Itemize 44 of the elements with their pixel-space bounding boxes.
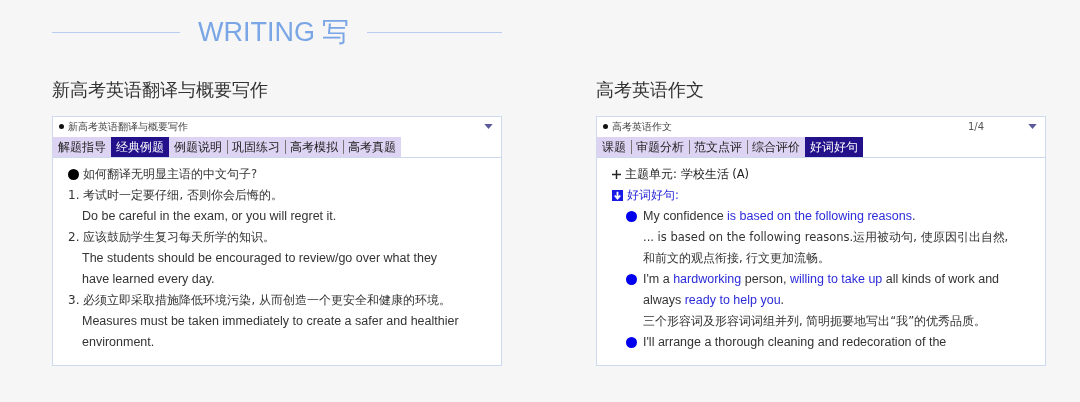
down-arrow-icon <box>612 190 623 201</box>
dropdown-caret-icon[interactable] <box>484 124 493 129</box>
topic-label: 主题单元: 学校生活 (A) <box>625 166 750 183</box>
tab[interactable]: 好词好句 <box>805 137 863 157</box>
tab[interactable]: 例题说明 <box>169 137 227 157</box>
chinese-sentence: 应该鼓励学生复习每天所学的知识。 <box>83 229 276 246</box>
panel-heading: 新高考英语翻译与概要写作 <box>52 78 268 102</box>
bullet-icon <box>59 124 64 129</box>
example-sentence: My confidence is based on the following reasons. <box>643 208 916 225</box>
tab[interactable]: 巩固练习 <box>227 137 285 157</box>
tab[interactable]: 审题分析 <box>631 137 689 157</box>
bullet-icon <box>603 124 608 129</box>
tab[interactable]: 经典例题 <box>111 137 169 157</box>
sentence-note: ... is based on the following reasons.运用被动句, 使原因引出自然, 和前文的观点衔接, 行文更加流畅。 <box>642 229 1010 267</box>
tab[interactable]: 高考真题 <box>343 137 401 157</box>
bullet-icon <box>68 169 79 180</box>
plus-icon <box>612 170 621 179</box>
tab[interactable]: 课题 <box>597 137 631 157</box>
tab[interactable]: 综合评价 <box>747 137 805 157</box>
dropdown-caret-icon[interactable] <box>1028 124 1037 129</box>
item-number: 3. <box>68 292 80 309</box>
card-title: 高考英语作文 <box>612 119 673 134</box>
tab[interactable]: 解题指导 <box>53 137 111 157</box>
question-text: 如何翻译无明显主语的中文句子? <box>83 166 258 183</box>
english-translation: Do be careful in the exam, or you will regret it. <box>81 208 338 225</box>
card-title: 新高考英语翻译与概要写作 <box>68 119 189 134</box>
page-indicator: 1/4 <box>967 121 984 132</box>
section-label: 好词好句: <box>627 187 679 204</box>
bullet-icon <box>626 274 637 285</box>
chinese-sentence: 考试时一定要仔细, 否则你会后悔的。 <box>83 187 283 204</box>
tab[interactable]: 高考模拟 <box>285 137 343 157</box>
tab[interactable]: 范文点评 <box>689 137 747 157</box>
english-translation: Measures must be taken immediately to create a safer and healthier environment. <box>81 313 460 351</box>
item-number: 1. <box>68 187 80 204</box>
chinese-sentence: 必须立即采取措施降低环境污染, 从而创造一个更安全和健康的环境。 <box>83 292 451 309</box>
panel-heading: 高考英语作文 <box>596 78 704 102</box>
bullet-icon <box>626 211 637 222</box>
bullet-icon <box>626 337 637 348</box>
sentence-note: 三个形容词及形容词词组并列, 简明扼要地写出“我”的优秀品质。 <box>642 313 988 330</box>
example-sentence: I'll arrange a thorough cleaning and redecoration of the <box>643 334 947 351</box>
example-sentence: I'm a hardworking person, willing to take up all kinds of work and always ready to help you. <box>643 271 1001 309</box>
item-number: 2. <box>68 229 80 246</box>
section-title: WRITING 写 <box>198 16 350 49</box>
english-translation: The students should be encouraged to review/go over what they have learned every day. <box>81 250 439 288</box>
